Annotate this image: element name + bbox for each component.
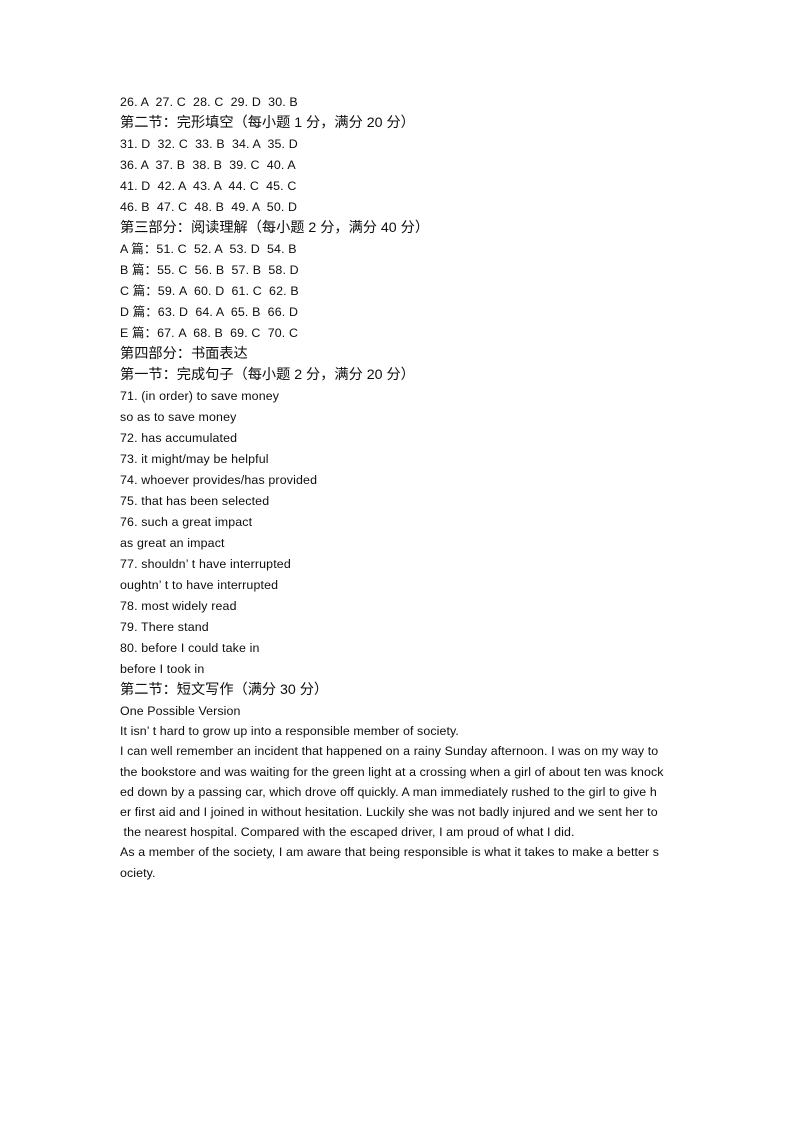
essay-line: ed down by a passing car, which drove of… bbox=[120, 784, 657, 799]
answer-line: as great an impact bbox=[120, 536, 225, 550]
writing-part-heading: 第四部分：书面表达 bbox=[120, 346, 248, 362]
essay-line: the nearest hospital. Compared with the … bbox=[120, 825, 575, 840]
answer-line: 74. whoever provides/has provided bbox=[120, 473, 318, 487]
answer-line: A 篇：51. C 52. A 53. D 54. B bbox=[120, 242, 297, 256]
writing-section: 第四部分：书面表达 第一节：完成句子（每小题 2 分，满分 20 分） 71. … bbox=[120, 344, 700, 680]
essay-line: It isn’ t hard to grow up into a respons… bbox=[120, 724, 459, 739]
essay-line: I can well remember an incident that hap… bbox=[120, 744, 659, 759]
answer-line: B 篇：55. C 56. B 57. B 58. D bbox=[120, 263, 299, 277]
answer-line: 76. such a great impact bbox=[120, 515, 253, 529]
answer-line: D 篇：63. D 64. A 65. B 66. D bbox=[120, 305, 299, 319]
document-page: 26. A 27. C 28. C 29. D 30. B 第二节：完形填空（每… bbox=[0, 0, 794, 1123]
answer-line: 46. B 47. C 48. B 49. A 50. D bbox=[120, 200, 298, 214]
answer-line: before I took in bbox=[120, 662, 205, 676]
essay-line: the bookstore and was waiting for the gr… bbox=[120, 764, 664, 779]
answer-line: oughtn’ t to have interrupted bbox=[120, 578, 279, 592]
answer-line: 73. it might/may be helpful bbox=[120, 452, 269, 466]
sentence-completion-heading: 第一节：完成句子（每小题 2 分，满分 20 分） bbox=[120, 367, 415, 383]
answer-line: 79. There stand bbox=[120, 620, 209, 634]
essay-line: ociety. bbox=[120, 865, 156, 880]
multiple-choice-tail-block: 26. A 27. C 28. C 29. D 30. B bbox=[120, 92, 700, 113]
essay-label: One Possible Version bbox=[120, 704, 241, 718]
cloze-heading: 第二节：完形填空（每小题 1 分，满分 20 分） bbox=[120, 115, 415, 131]
reading-section: 第三部分：阅读理解（每小题 2 分，满分 40 分） A 篇：51. C 52.… bbox=[120, 218, 700, 344]
answer-line: so as to save money bbox=[120, 410, 237, 424]
answer-line: 26. A 27. C 28. C 29. D 30. B bbox=[120, 95, 298, 109]
reading-heading: 第三部分：阅读理解（每小题 2 分，满分 40 分） bbox=[120, 220, 430, 236]
answer-line: 80. before I could take in bbox=[120, 641, 260, 655]
essay-section: 第二节：短文写作（满分 30 分） One Possible Version I… bbox=[120, 680, 700, 883]
document-content: 26. A 27. C 28. C 29. D 30. B 第二节：完形填空（每… bbox=[120, 92, 700, 883]
cloze-section: 第二节：完形填空（每小题 1 分，满分 20 分） 31. D 32. C 33… bbox=[120, 113, 700, 218]
answer-line: 31. D 32. C 33. B 34. A 35. D bbox=[120, 137, 298, 151]
essay-heading: 第二节：短文写作（满分 30 分） bbox=[120, 682, 329, 698]
essay-line: er first aid and I joined in without hes… bbox=[120, 805, 658, 820]
answer-line: 72. has accumulated bbox=[120, 431, 238, 445]
answer-line: C 篇：59. A 60. D 61. C 62. B bbox=[120, 284, 299, 298]
answer-line: 41. D 42. A 43. A 44. C 45. C bbox=[120, 179, 297, 193]
answer-line: 78. most widely read bbox=[120, 599, 237, 613]
essay-line: As a member of the society, I am aware t… bbox=[120, 845, 660, 860]
answer-line: 77. shouldn’ t have interrupted bbox=[120, 557, 291, 571]
answer-line: 36. A 37. B 38. B 39. C 40. A bbox=[120, 158, 296, 172]
answer-line: 75. that has been selected bbox=[120, 494, 270, 508]
answer-line: 71. (in order) to save money bbox=[120, 389, 280, 403]
answer-line: E 篇：67. A 68. B 69. C 70. C bbox=[120, 326, 299, 340]
